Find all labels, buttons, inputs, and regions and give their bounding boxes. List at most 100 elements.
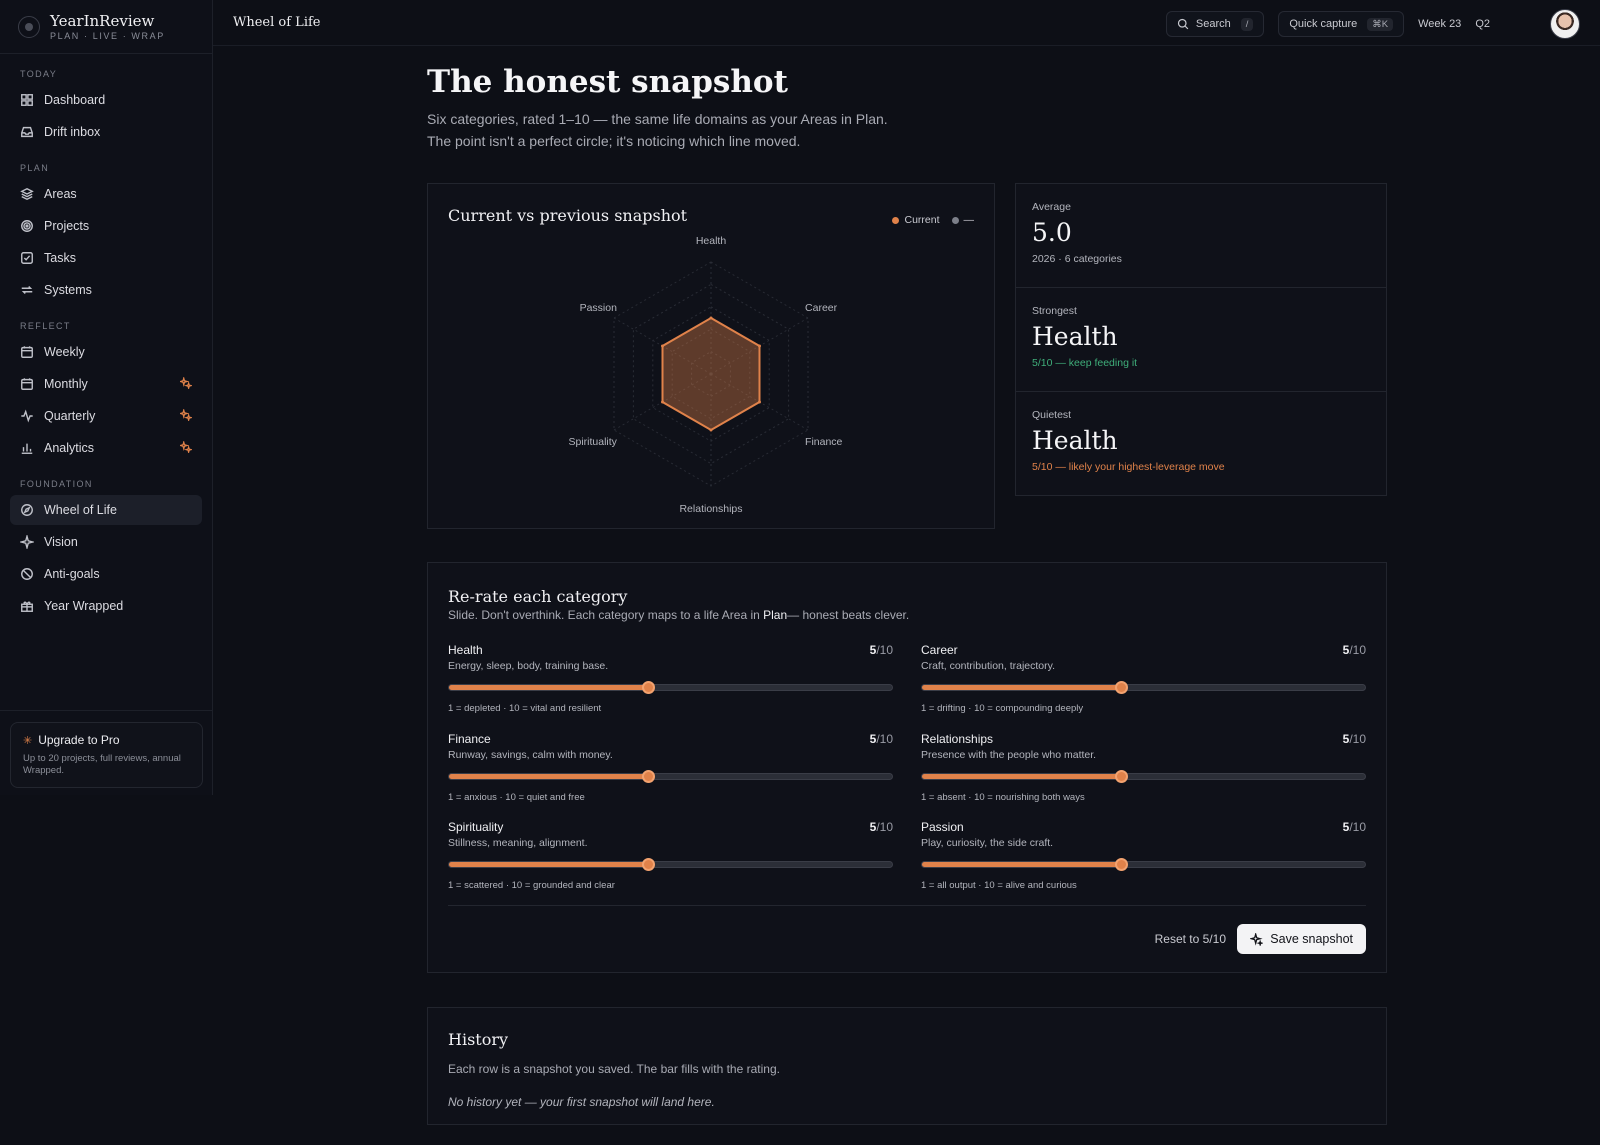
- bar-chart-icon: [20, 441, 34, 455]
- rerate-title: Re-rate each category: [448, 587, 628, 606]
- stat-quietest-label: Quietest: [1032, 409, 1072, 421]
- radar-point: [709, 428, 713, 432]
- sidebar-item-analytics[interactable]: Analytics: [10, 433, 202, 463]
- sidebar-item-systems[interactable]: Systems: [10, 275, 202, 305]
- reset-button[interactable]: Reset to 5/10: [1155, 932, 1226, 946]
- radar-point: [661, 400, 665, 404]
- search-button[interactable]: Search /: [1165, 11, 1265, 37]
- sidebar-item-drift-inbox[interactable]: Drift inbox: [10, 117, 202, 147]
- category-name: Spirituality: [448, 820, 504, 834]
- relationships-slider[interactable]: [921, 770, 1366, 783]
- sidebar-item-label: Year Wrapped: [44, 599, 124, 613]
- category-header: Career 5/10: [921, 643, 1366, 657]
- plan-link[interactable]: Plan: [763, 608, 787, 622]
- rerate-divider: [448, 905, 1366, 906]
- category-score-max: /10: [876, 732, 893, 746]
- category-header: Finance 5/10: [448, 732, 893, 746]
- sidebar-section-label: PLAN: [20, 163, 50, 173]
- stat-strongest-label: Strongest: [1032, 305, 1077, 317]
- calendar-icon: [20, 377, 34, 391]
- quick-capture-button[interactable]: Quick capture ⌘K: [1278, 11, 1405, 37]
- sidebar-item-label: Monthly: [44, 377, 88, 391]
- category-score-max: /10: [1349, 732, 1366, 746]
- career-slider[interactable]: [921, 681, 1366, 694]
- rerate-subtitle-end: — honest beats clever.: [787, 608, 910, 622]
- sidebar-item-quarterly[interactable]: Quarterly: [10, 401, 202, 431]
- slider-thumb[interactable]: [642, 770, 656, 783]
- sidebar-item-tasks[interactable]: Tasks: [10, 243, 202, 273]
- slider-thumb[interactable]: [642, 681, 656, 694]
- stat-quietest-note: 5/10 — likely your highest-leverage move: [1032, 461, 1225, 473]
- category-header: Relationships 5/10: [921, 732, 1366, 746]
- sidebar-item-weekly[interactable]: Weekly: [10, 337, 202, 367]
- category-career: Career 5/10 Craft, contribution, traject…: [921, 643, 1366, 714]
- slider-fill: [449, 862, 649, 867]
- page-subtitle-line-2: The point isn't a perfect circle; it's n…: [427, 133, 801, 149]
- sidebar-nav: TODAY Dashboard Drift inbox PLAN Areas P…: [0, 69, 212, 621]
- sidebar-item-year-wrapped[interactable]: Year Wrapped: [10, 591, 202, 621]
- quick-capture-label: Quick capture: [1289, 18, 1358, 30]
- category-name: Passion: [921, 820, 964, 834]
- slider-fill: [449, 685, 649, 690]
- stat-strongest-note: 5/10 — keep feeding it: [1032, 357, 1138, 369]
- category-scale-hint: 1 = anxious · 10 = quiet and free: [448, 792, 585, 803]
- topbar-actions: Search / Quick capture ⌘K Week 23 Q2: [1165, 9, 1580, 39]
- stat-strongest: Strongest Health 5/10 — keep feeding it: [1016, 288, 1386, 392]
- sidebar-item-wheel-of-life[interactable]: Wheel of Life: [10, 495, 202, 525]
- category-description: Presence with the people who matter.: [921, 749, 1097, 761]
- slider-thumb[interactable]: [642, 858, 656, 871]
- category-passion: Passion 5/10 Play, curiosity, the side c…: [921, 820, 1366, 891]
- sidebar-item-anti-goals[interactable]: Anti-goals: [10, 559, 202, 589]
- category-relationships: Relationships 5/10 Presence with the peo…: [921, 732, 1366, 803]
- save-snapshot-label: Save snapshot: [1270, 932, 1353, 946]
- stat-strongest-value: Health: [1032, 322, 1118, 351]
- category-score: 5/10: [1343, 643, 1366, 657]
- upgrade-desc: Up to 20 projects, full reviews, annual …: [23, 753, 181, 776]
- radar-axis-label: Relationships: [679, 503, 742, 515]
- sidebar-item-projects[interactable]: Projects: [10, 211, 202, 241]
- health-slider[interactable]: [448, 681, 893, 694]
- sidebar-item-label: Tasks: [44, 251, 76, 265]
- ban-icon: [20, 567, 34, 581]
- radar-point: [757, 400, 761, 404]
- category-description: Stillness, meaning, alignment.: [448, 837, 588, 849]
- sidebar-item-areas[interactable]: Areas: [10, 179, 202, 209]
- quick-capture-shortcut: ⌘K: [1367, 17, 1394, 31]
- target-icon: [20, 219, 34, 233]
- pro-sparkle-icon: [178, 407, 194, 423]
- history-subtitle: Each row is a snapshot you saved. The ba…: [448, 1062, 780, 1076]
- category-score: 5/10: [1343, 820, 1366, 834]
- repeat-icon: [20, 283, 34, 297]
- category-score: 5/10: [870, 643, 893, 657]
- stat-quietest: Quietest Health 5/10 — likely your highe…: [1016, 392, 1386, 496]
- topbar: Wheel of Life Search / Quick capture ⌘K …: [213, 0, 1600, 46]
- category-description: Energy, sleep, body, training base.: [448, 660, 609, 672]
- finance-slider[interactable]: [448, 770, 893, 783]
- slider-thumb[interactable]: [1115, 770, 1129, 783]
- sparkle-icon: [1250, 932, 1264, 946]
- sidebar-item-monthly[interactable]: Monthly: [10, 369, 202, 399]
- save-snapshot-button[interactable]: Save snapshot: [1237, 924, 1366, 954]
- app-name: YearInReview: [50, 11, 155, 30]
- brand[interactable]: YearInReview PLAN · LIVE · WRAP: [0, 0, 212, 54]
- category-description: Runway, savings, calm with money.: [448, 749, 613, 761]
- upgrade-card[interactable]: ✳ Upgrade to Pro Up to 20 projects, full…: [10, 722, 203, 788]
- page-subtitle-line-1: Six categories, rated 1–10 — the same li…: [427, 111, 888, 127]
- sidebar-item-vision[interactable]: Vision: [10, 527, 202, 557]
- avatar[interactable]: [1550, 9, 1580, 39]
- radar-axis-label: Spirituality: [569, 436, 618, 448]
- sparkle-icon: ✳: [23, 734, 33, 747]
- search-shortcut: /: [1240, 17, 1254, 31]
- slider-thumb[interactable]: [1115, 681, 1129, 694]
- pro-sparkle-icon: [178, 375, 194, 391]
- sidebar-item-dashboard[interactable]: Dashboard: [10, 85, 202, 115]
- category-name: Relationships: [921, 732, 994, 746]
- passion-slider[interactable]: [921, 858, 1366, 871]
- slider-thumb[interactable]: [1115, 858, 1129, 871]
- spirituality-slider[interactable]: [448, 858, 893, 871]
- sidebar-item-label: Wheel of Life: [44, 503, 117, 517]
- pro-sparkle-icon: [178, 439, 194, 455]
- category-description: Craft, contribution, trajectory.: [921, 660, 1056, 672]
- rerate-subtitle-start: Slide. Don't overthink. Each category ma…: [448, 608, 764, 622]
- slider-fill: [922, 685, 1122, 690]
